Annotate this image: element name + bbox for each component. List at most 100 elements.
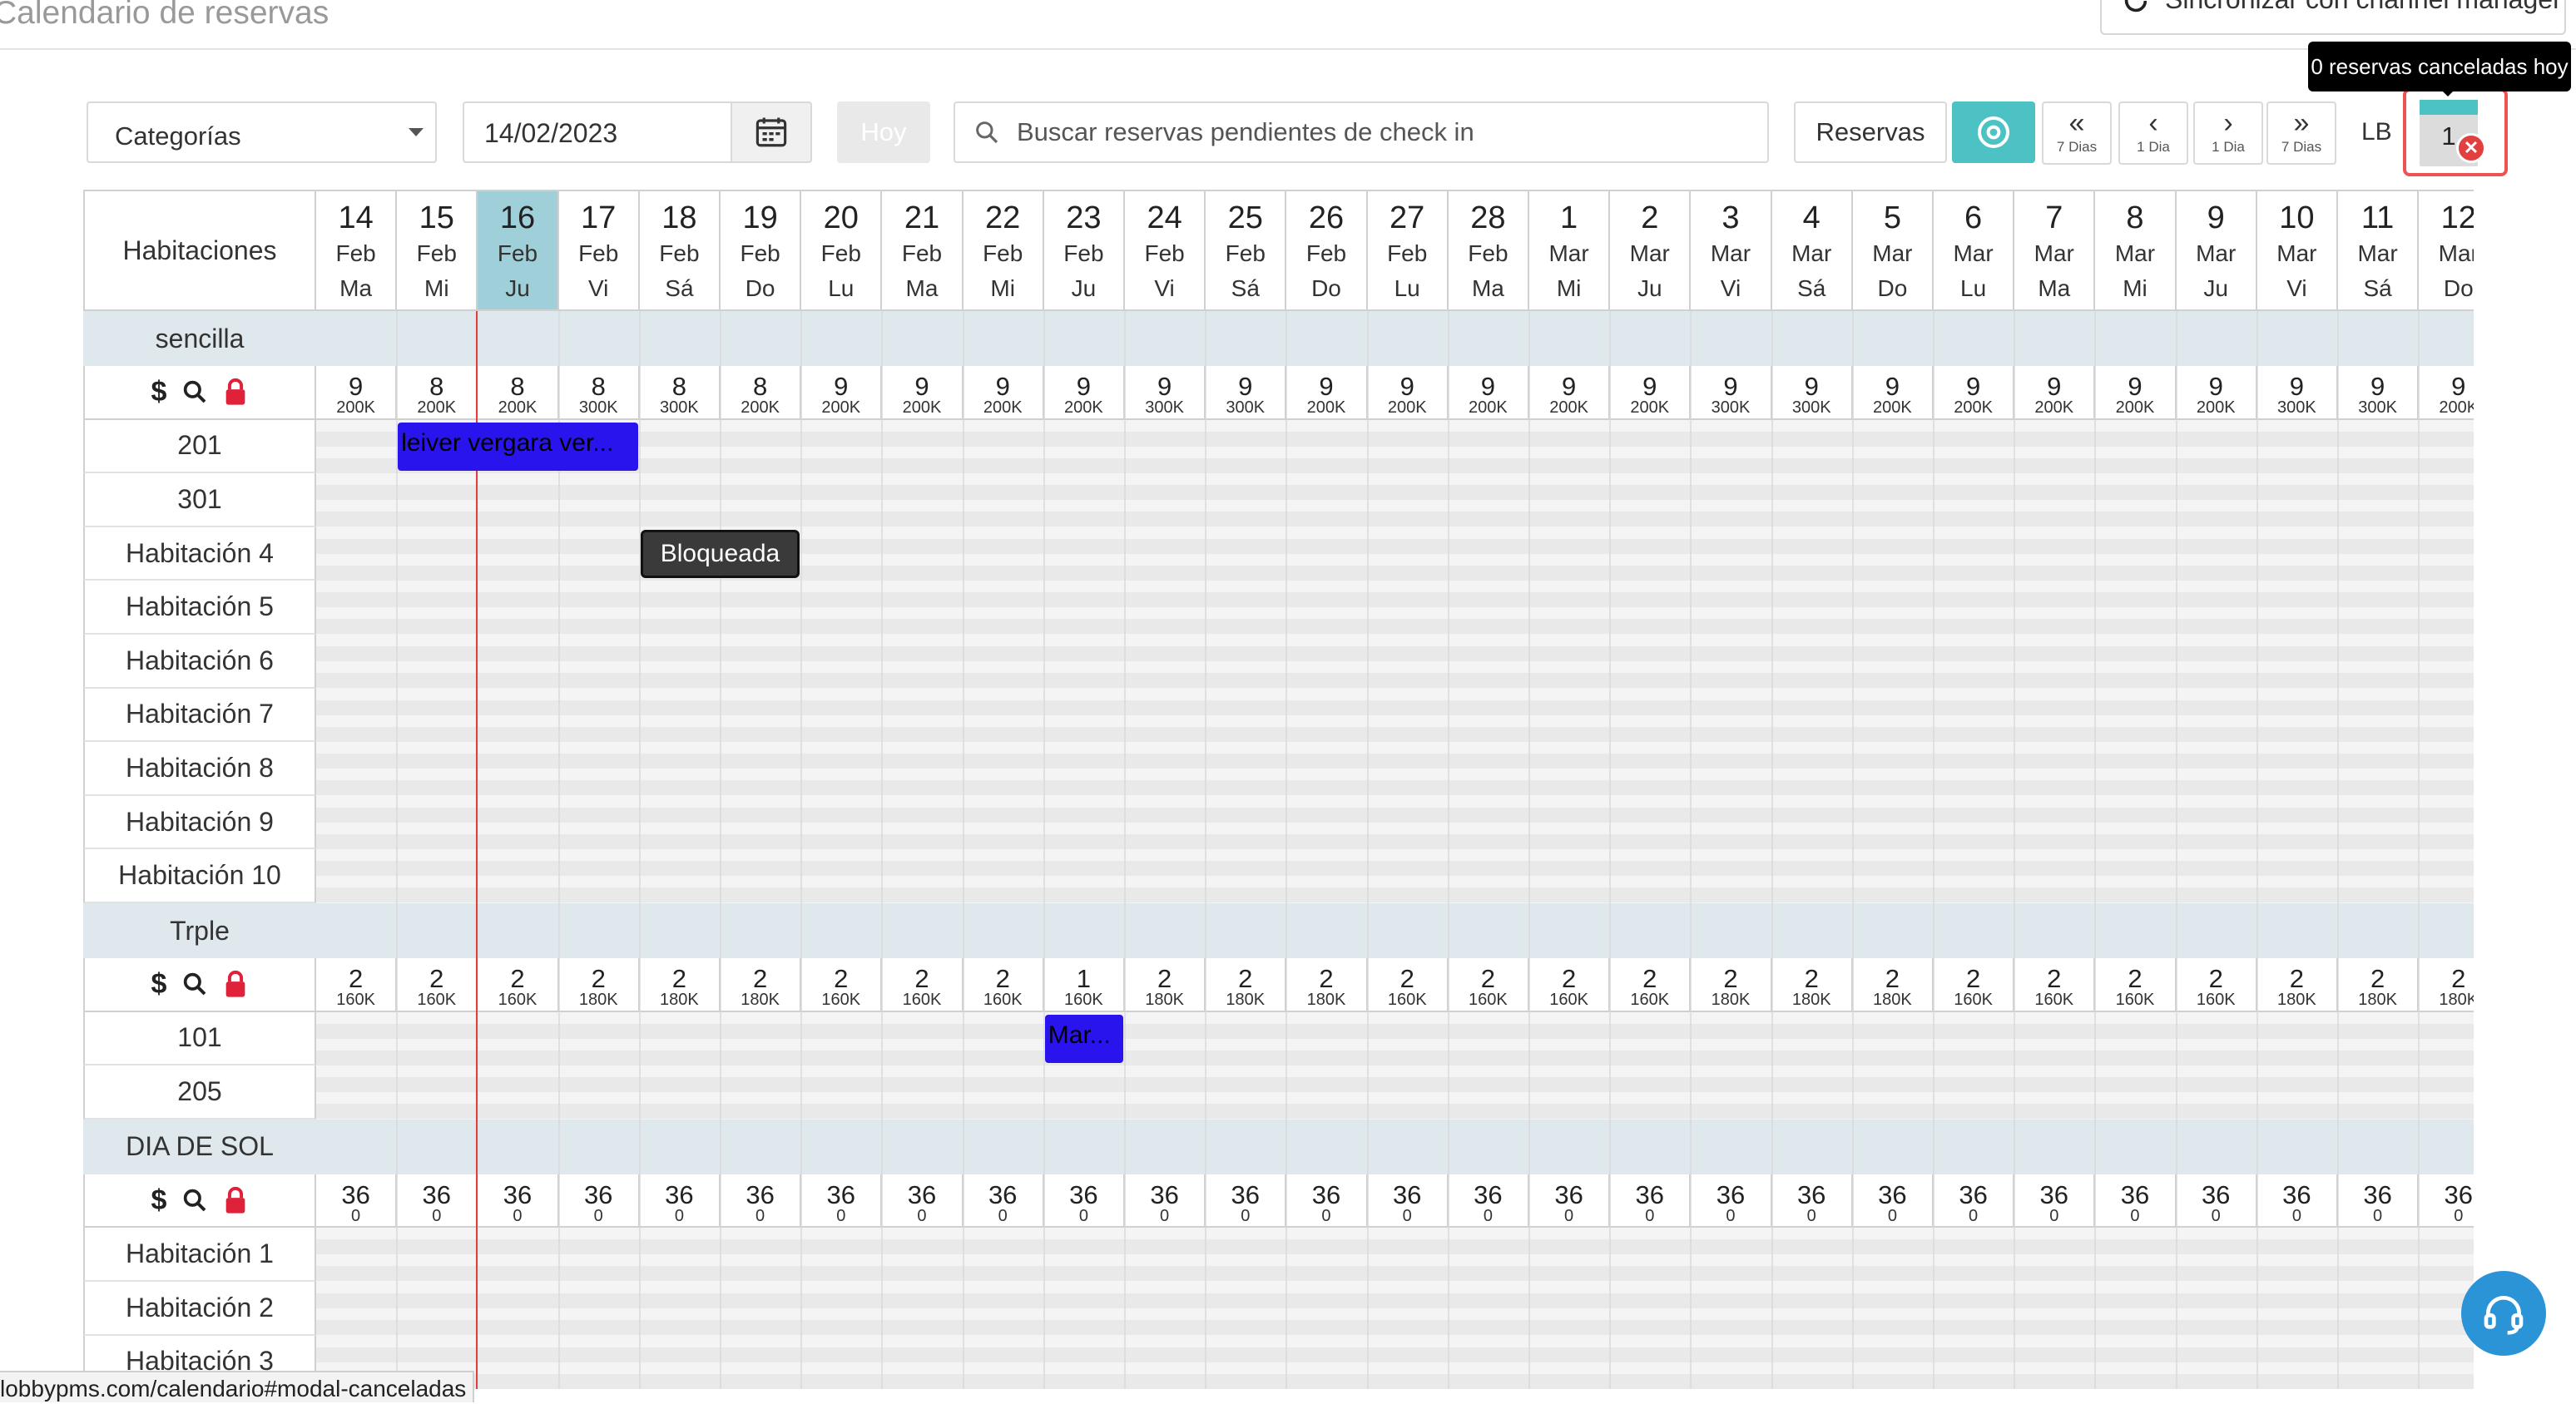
availability-cell[interactable]: 8 200K xyxy=(397,366,478,420)
day-header[interactable]: 15 Feb Mi xyxy=(397,190,478,311)
back-7-days-button[interactable]: « 7 Dias xyxy=(2042,101,2112,165)
availability-cell[interactable]: 9 200K xyxy=(1934,366,2015,420)
availability-cell[interactable]: 9 300K xyxy=(1206,366,1287,420)
back-1-day-button[interactable]: ‹ 1 Dia xyxy=(2118,101,2188,165)
day-header[interactable]: 21 Feb Ma xyxy=(882,190,964,311)
availability-cell[interactable]: 36 0 xyxy=(478,1174,559,1228)
availability-cell[interactable]: 36 0 xyxy=(1125,1174,1206,1228)
availability-cell[interactable]: 9 300K xyxy=(2256,366,2338,420)
availability-cell[interactable]: 36 0 xyxy=(397,1174,478,1228)
day-header[interactable]: 14 Feb Ma xyxy=(316,190,398,311)
availability-cell[interactable]: 36 0 xyxy=(1771,1174,1853,1228)
forward-1-day-button[interactable]: › 1 Dia xyxy=(2193,101,2263,165)
day-header[interactable]: 26 Feb Do xyxy=(1286,190,1368,311)
availability-cell[interactable]: 2 160K xyxy=(1610,958,1692,1012)
availability-cell[interactable]: 2 160K xyxy=(2176,958,2257,1012)
availability-cell[interactable]: 36 0 xyxy=(1691,1174,1772,1228)
today-button[interactable]: Hoy xyxy=(837,101,930,163)
availability-cell[interactable]: 9 200K xyxy=(1852,366,1934,420)
date-input[interactable]: 14/02/2023 xyxy=(463,101,732,163)
availability-cell[interactable]: 2 160K xyxy=(1367,958,1449,1012)
availability-cell[interactable]: 2 180K xyxy=(721,958,802,1012)
room-name[interactable]: Habitación 4 xyxy=(83,526,316,581)
day-header[interactable]: 5 Mar Do xyxy=(1852,190,1934,311)
availability-cell[interactable]: 9 200K xyxy=(1610,366,1692,420)
availability-cell[interactable]: 2 160K xyxy=(1448,958,1529,1012)
price-dollar-icon[interactable]: $ xyxy=(151,968,167,1001)
availability-cell[interactable]: 2 160K xyxy=(2014,958,2096,1012)
availability-cell[interactable]: 2 180K xyxy=(2419,958,2474,1012)
room-name[interactable]: 201 xyxy=(83,419,316,474)
availability-cell[interactable]: 36 0 xyxy=(2338,1174,2420,1228)
availability-cell[interactable]: 36 0 xyxy=(1206,1174,1287,1228)
day-header[interactable]: 10 Mar Vi xyxy=(2256,190,2338,311)
day-header[interactable]: 3 Mar Vi xyxy=(1691,190,1772,311)
availability-cell[interactable]: 9 200K xyxy=(1367,366,1449,420)
availability-cell[interactable]: 9 200K xyxy=(963,366,1044,420)
search-input[interactable]: Buscar reservas pendientes de check in xyxy=(954,101,1769,163)
day-header[interactable]: 6 Mar Lu xyxy=(1934,190,2015,311)
availability-cell[interactable]: 2 160K xyxy=(478,958,559,1012)
day-header[interactable]: 28 Feb Ma xyxy=(1448,190,1529,311)
availability-cell[interactable]: 9 300K xyxy=(1771,366,1853,420)
day-header[interactable]: 18 Feb Sá xyxy=(639,190,721,311)
availability-cell[interactable]: 9 200K xyxy=(882,366,964,420)
availability-cell[interactable]: 2 180K xyxy=(2338,958,2420,1012)
day-header[interactable]: 8 Mar Mi xyxy=(2095,190,2177,311)
search-icon[interactable] xyxy=(181,1187,208,1214)
day-header[interactable]: 11 Mar Sá xyxy=(2338,190,2420,311)
availability-cell[interactable]: 36 0 xyxy=(2419,1174,2474,1228)
availability-cell[interactable]: 36 0 xyxy=(2176,1174,2257,1228)
room-name[interactable]: Habitación 5 xyxy=(83,581,316,635)
day-header[interactable]: 23 Feb Ju xyxy=(1043,190,1125,311)
availability-cell[interactable]: 36 0 xyxy=(882,1174,964,1228)
room-name[interactable]: Habitación 8 xyxy=(83,742,316,796)
availability-cell[interactable]: 36 0 xyxy=(2256,1174,2338,1228)
day-header[interactable]: 19 Feb Do xyxy=(721,190,802,311)
availability-cell[interactable]: 36 0 xyxy=(1448,1174,1529,1228)
blocked-period[interactable]: Bloqueada xyxy=(640,529,800,579)
availability-cell[interactable]: 2 180K xyxy=(1286,958,1368,1012)
availability-cell[interactable]: 2 160K xyxy=(1529,958,1611,1012)
room-name[interactable]: Habitación 7 xyxy=(83,688,316,743)
availability-cell[interactable]: 9 300K xyxy=(2338,366,2420,420)
room-name[interactable]: 101 xyxy=(83,1011,316,1066)
availability-cell[interactable]: 9 200K xyxy=(801,366,883,420)
availability-cell[interactable]: 9 200K xyxy=(1043,366,1125,420)
availability-cell[interactable]: 9 300K xyxy=(1691,366,1772,420)
availability-cell[interactable]: 8 200K xyxy=(478,366,559,420)
lock-icon[interactable] xyxy=(223,970,248,998)
availability-cell[interactable]: 9 300K xyxy=(1125,366,1206,420)
lock-icon[interactable] xyxy=(223,1186,248,1214)
availability-cell[interactable]: 36 0 xyxy=(1286,1174,1368,1228)
availability-cell[interactable]: 36 0 xyxy=(1610,1174,1692,1228)
availability-cell[interactable]: 1 160K xyxy=(1043,958,1125,1012)
room-name[interactable]: Habitación 10 xyxy=(83,849,316,903)
availability-cell[interactable]: 2 180K xyxy=(1206,958,1287,1012)
day-header[interactable]: 27 Feb Lu xyxy=(1367,190,1449,311)
availability-cell[interactable]: 9 200K xyxy=(2419,366,2474,420)
category-select[interactable]: Categorías xyxy=(87,101,437,163)
day-header[interactable]: 9 Mar Ju xyxy=(2176,190,2257,311)
room-name[interactable]: 301 xyxy=(83,473,316,527)
reservation-bar[interactable]: leiver vergara ver... xyxy=(398,422,638,472)
availability-cell[interactable]: 8 200K xyxy=(721,366,802,420)
room-name[interactable]: Habitación 6 xyxy=(83,635,316,689)
day-header[interactable]: 17 Feb Vi xyxy=(558,190,640,311)
availability-cell[interactable]: 9 200K xyxy=(1529,366,1611,420)
availability-cell[interactable]: 36 0 xyxy=(801,1174,883,1228)
reservation-bar[interactable]: Mar... xyxy=(1044,1014,1123,1064)
availability-cell[interactable]: 2 180K xyxy=(558,958,640,1012)
availability-cell[interactable]: 2 180K xyxy=(639,958,721,1012)
availability-cell[interactable]: 9 200K xyxy=(2095,366,2177,420)
day-header[interactable]: 2 Mar Ju xyxy=(1610,190,1692,311)
availability-cell[interactable]: 36 0 xyxy=(1367,1174,1449,1228)
availability-cell[interactable]: 36 0 xyxy=(963,1174,1044,1228)
day-header[interactable]: 1 Mar Mi xyxy=(1529,190,1611,311)
day-header[interactable]: 24 Feb Vi xyxy=(1125,190,1206,311)
availability-cell[interactable]: 2 180K xyxy=(1125,958,1206,1012)
forward-7-days-button[interactable]: » 7 Dias xyxy=(2266,101,2336,165)
availability-cell[interactable]: 2 160K xyxy=(316,958,398,1012)
availability-cell[interactable]: 2 180K xyxy=(1771,958,1853,1012)
availability-cell[interactable]: 36 0 xyxy=(1934,1174,2015,1228)
